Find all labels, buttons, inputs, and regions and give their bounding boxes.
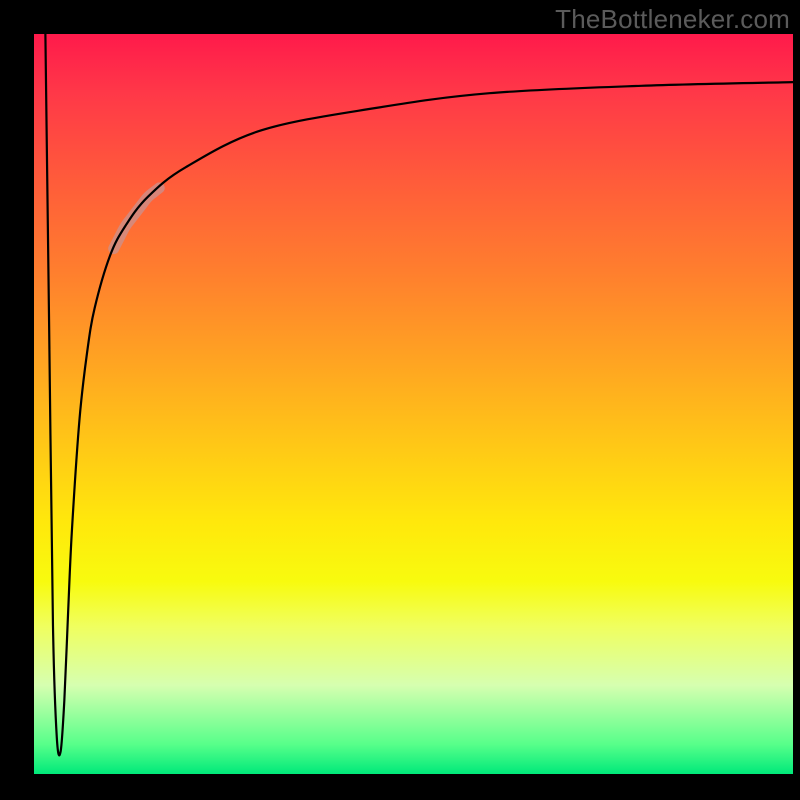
chart-frame: TheBottleneker.com — [0, 0, 800, 800]
watermark-text: TheBottleneker.com — [555, 4, 790, 35]
bottleneck-curve — [45, 34, 793, 755]
highlight-segment — [114, 188, 160, 249]
curve-svg — [34, 34, 793, 774]
plot-area — [34, 34, 793, 774]
